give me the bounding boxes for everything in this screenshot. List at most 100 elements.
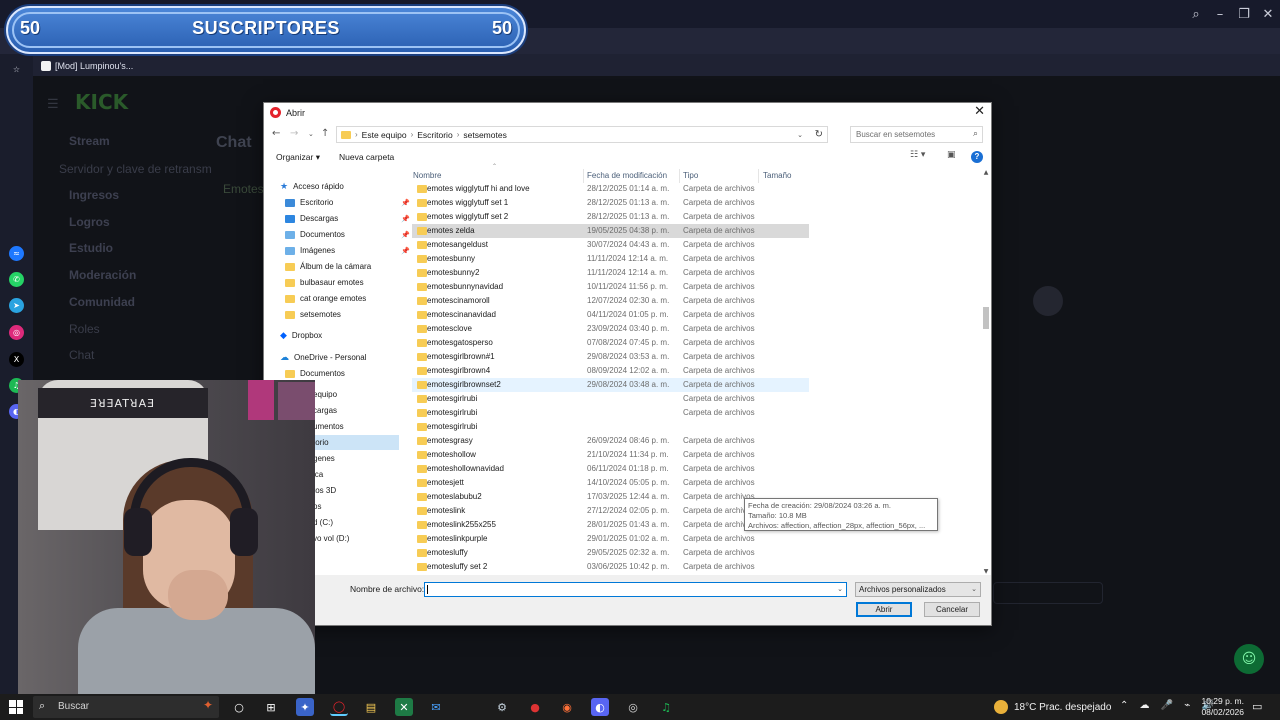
list-item[interactable]: emotesgatosperso 07/08/2024 07:45 p. m. Ca… [412, 336, 809, 350]
nav-downloads[interactable]: Descargas 📌 [285, 211, 410, 226]
vertical-scrollbar[interactable]: ▲ ▼ [982, 169, 990, 575]
discord-icon[interactable]: ◐ [591, 698, 609, 716]
back-icon[interactable]: ← [272, 128, 280, 139]
list-item[interactable]: emotes zelda 19/05/2025 04:38 p. m. Carpet… [412, 224, 809, 238]
nav-desktop[interactable]: Escritorio 📌 [285, 195, 410, 210]
breadcrumb-setsemotes[interactable]: setsemotes [463, 130, 506, 140]
list-item[interactable]: emotesgrasy 26/09/2024 08:46 p. m. Carpeta… [412, 434, 809, 448]
nav-onedrive-docs[interactable]: Documentos [285, 366, 345, 381]
filename-input[interactable]: ⌄ [424, 582, 847, 597]
column-divider[interactable] [583, 169, 584, 183]
list-item[interactable]: emotesjett 14/10/2024 05:05 p. m. Carpeta … [412, 476, 809, 490]
nav-drive-d[interactable]: vo vol (D:) [313, 531, 349, 546]
instagram-icon[interactable]: ◎ [9, 325, 24, 340]
clock[interactable]: 10:29 p. m. 08/02/2026 [1200, 696, 1244, 718]
search-input[interactable]: Buscar en setsemotes ⌕ [850, 126, 983, 143]
refresh-icon[interactable]: ↻ [815, 129, 823, 140]
list-item[interactable]: emotescinanavidad 04/11/2024 01:05 p. m. C… [412, 308, 809, 322]
nav-estudio[interactable]: Estudio [69, 241, 113, 255]
copilot-icon[interactable]: ✦ [296, 698, 314, 716]
weather-widget[interactable]: 18°C Prac. despejado [994, 694, 1111, 720]
up-icon[interactable]: ↑ [321, 128, 329, 139]
nav-pc-documents[interactable]: umentos [313, 419, 344, 434]
breadcrumb-desktop[interactable]: Escritorio [417, 130, 452, 140]
notification-icon[interactable]: ▭ [1252, 700, 1262, 713]
nav-drive-c[interactable]: d (C:) [313, 515, 333, 530]
nav-cat-orange[interactable]: cat orange emotes [285, 291, 366, 306]
nav-onedrive[interactable]: ☁ OneDrive - Personal [280, 350, 366, 365]
nav-ingresos[interactable]: Ingresos [69, 188, 119, 202]
list-item[interactable]: emotesbunny2 11/11/2024 12:14 a. m. Carpet… [412, 266, 809, 280]
cancel-button[interactable]: Cancelar [924, 602, 980, 617]
list-item[interactable]: emotesluffy 29/05/2025 02:32 a. m. Carpeta… [412, 546, 809, 560]
nav-moderacion[interactable]: Moderación [69, 268, 136, 282]
firefox-icon[interactable]: ◉ [558, 698, 576, 716]
list-item[interactable]: emotes wigglytuff hi and love 28/12/2025 … [412, 182, 809, 196]
support-chat-icon[interactable]: ☺ [1234, 644, 1264, 674]
breadcrumb-this-pc[interactable]: Este equipo [362, 130, 407, 140]
excel-icon[interactable]: ✕ [395, 698, 413, 716]
telegram-icon[interactable]: ➤ [9, 298, 24, 313]
nav-dropbox[interactable]: ◆ Dropbox [280, 328, 322, 343]
nav-bulbasaur[interactable]: bulbasaur emotes [285, 275, 364, 290]
widgets-icon[interactable]: ⊞ [262, 698, 280, 716]
steam-icon[interactable]: ⚙ [493, 698, 511, 716]
column-divider[interactable] [758, 169, 759, 183]
whatsapp-icon[interactable]: ✆ [9, 272, 24, 287]
nav-stream-key[interactable]: Servidor y clave de retransm [59, 162, 212, 176]
list-item[interactable]: emoteshollownavidad 06/11/2024 01:18 p. m… [412, 462, 809, 476]
file-explorer-icon[interactable]: ▤ [362, 698, 380, 716]
windows-start-icon[interactable] [9, 700, 23, 714]
list-item[interactable]: emotesbunnynavidad 10/11/2024 11:56 p. m.… [412, 280, 809, 294]
nav-pc-downloads[interactable]: cargas [313, 403, 337, 418]
file-type-filter[interactable]: Archivos personalizados ⌄ [855, 582, 981, 597]
preview-pane-icon[interactable]: ▣ [947, 150, 956, 160]
list-item[interactable]: emotes wigglytuff set 1 28/12/2025 01:13 … [412, 196, 809, 210]
column-size[interactable]: Tamaño [763, 171, 791, 180]
task-view-icon[interactable]: ○ [230, 698, 248, 716]
list-item[interactable]: emotesgirlrubi Carpeta de archivos [412, 406, 809, 420]
open-button[interactable]: Abrir [856, 602, 912, 617]
list-item[interactable]: emotescinamoroll 12/07/2024 02:30 a. m. Ca… [412, 294, 809, 308]
list-item[interactable]: emotesgirlrubi [412, 420, 809, 434]
nav-pc-desktop[interactable]: torio [313, 435, 399, 450]
hamburger-icon[interactable]: ☰ [47, 96, 59, 112]
list-item[interactable]: emoteslinkpurple 29/01/2025 01:02 a. m. Ca… [412, 532, 809, 546]
taskbar-search[interactable]: ⌕ Buscar ✦ [33, 696, 219, 718]
emote-name-field[interactable] [993, 582, 1103, 604]
view-options-icon[interactable]: ☷ ▾ [910, 150, 925, 160]
column-name[interactable]: Nombre [413, 171, 441, 180]
close-icon[interactable]: ✕ [1256, 0, 1280, 28]
list-item[interactable]: emotesclove 23/09/2024 03:40 p. m. Carpeta… [412, 322, 809, 336]
close-icon[interactable]: ✕ [974, 104, 985, 119]
nav-roles[interactable]: Roles [69, 322, 100, 336]
list-item[interactable]: emotesgirlbrown#1 29/08/2024 03:53 a. m. C… [412, 350, 809, 364]
scroll-up-icon[interactable]: ▲ [982, 169, 990, 176]
list-item[interactable]: emotesgirlrubi Carpeta de archivos [412, 392, 809, 406]
nav-chat[interactable]: Chat [69, 348, 94, 362]
organize-button[interactable]: Organizar ▾ [276, 152, 320, 163]
chevron-down-icon[interactable]: ⌄ [797, 131, 803, 139]
nav-quick-access[interactable]: ★ Acceso rápido [280, 179, 344, 194]
list-item[interactable]: emoteshollow 21/10/2024 11:34 p. m. Carpet… [412, 448, 809, 462]
scroll-down-icon[interactable]: ▼ [982, 568, 990, 575]
address-bar[interactable]: › Este equipo › Escritorio › setsemotes … [336, 126, 828, 143]
help-icon[interactable]: ? [971, 151, 983, 163]
app-icon[interactable]: ● [526, 698, 544, 716]
list-item[interactable]: emotesgirlbrown4 08/09/2024 12:02 a. m. Ca… [412, 364, 809, 378]
nav-pc-3d[interactable]: tos 3D [313, 483, 336, 498]
nav-pc-images[interactable]: genes [313, 451, 335, 466]
column-type[interactable]: Tipo [683, 171, 698, 180]
restore-icon[interactable]: ❐ [1232, 0, 1256, 28]
scrollbar-thumb[interactable] [983, 307, 989, 329]
star-icon[interactable]: ☆ [9, 62, 24, 77]
spotify-icon[interactable]: ♫ [657, 698, 675, 716]
column-divider[interactable] [679, 169, 680, 183]
nav-documents[interactable]: Documentos 📌 [285, 227, 410, 242]
nav-setsemotes[interactable]: setsemotes [285, 307, 341, 322]
list-item[interactable]: emotesbunny 11/11/2024 12:14 a. m. Carpeta… [412, 252, 809, 266]
bookmark-tab[interactable]: [Mod] Lumpinou's... [41, 58, 133, 73]
nav-stream[interactable]: Stream [69, 134, 110, 148]
column-date[interactable]: Fecha de modificación [587, 171, 667, 180]
list-item[interactable]: emotesluffy set 2 03/06/2025 10:42 p. m. C… [412, 560, 809, 574]
